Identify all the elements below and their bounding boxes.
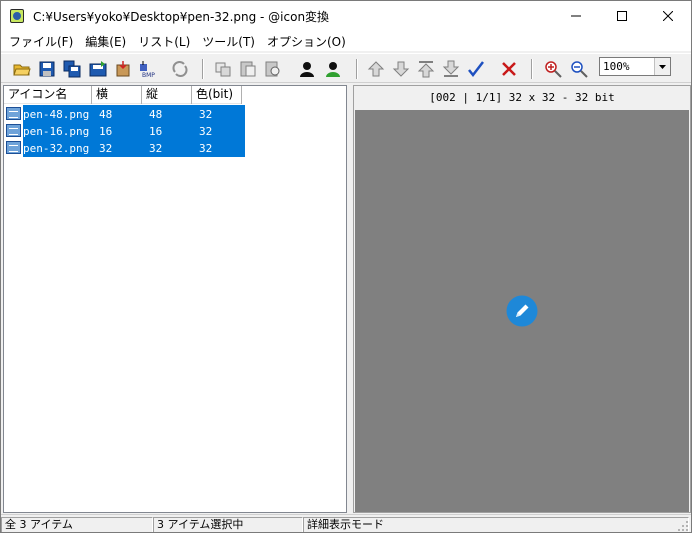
move-down-icon [392,61,410,77]
copy-button[interactable] [212,58,234,80]
status-selected: 3 アイテム選択中 [153,517,303,532]
refresh-button[interactable] [169,58,191,80]
zoom-out-button[interactable] [568,58,590,80]
menu-options[interactable]: オプション(O) [261,33,352,50]
item-width: 48 [99,107,113,121]
item-width: 32 [99,141,113,155]
minimize-button[interactable] [553,1,599,31]
move-top-button[interactable] [415,58,437,80]
zoom-select[interactable]: 100% [599,57,671,76]
status-total: 全 3 アイテム [1,517,153,532]
paste-replace-button[interactable] [262,58,284,80]
close-button[interactable] [645,1,691,31]
item-height: 16 [149,124,163,138]
extract-icon [116,61,130,77]
save-icon [39,61,55,77]
move-bottom-button[interactable] [440,58,462,80]
menu-list[interactable]: リスト(L) [132,33,196,50]
item-name: pen-16.png [23,124,90,138]
png-file-icon [5,140,23,156]
list-header: アイコン名 横 縦 色(bit) [4,86,242,104]
preview-panel: [002 | 1/1] 32 x 32 - 32 bit [353,85,691,513]
move-up-button[interactable] [365,58,387,80]
item-height: 48 [149,107,163,121]
maximize-icon [617,11,627,21]
preview-canvas[interactable] [355,110,689,512]
preview-info: [002 | 1/1] 32 x 32 - 32 bit [429,91,615,104]
column-header-width[interactable]: 横 [92,86,142,104]
menu-file[interactable]: ファイル(F) [3,33,79,50]
item-height: 32 [149,141,163,155]
item-name: pen-48.png [23,107,90,121]
window-title: C:¥Users¥yoko¥Desktop¥pen-32.png - @icon… [33,9,330,24]
open-folder-icon [13,64,31,76]
save-all-icon [63,60,81,78]
maximize-button[interactable] [599,1,645,31]
item-width: 16 [99,124,113,138]
move-up-icon [367,61,385,77]
pen-icon [506,295,538,327]
move-down-button[interactable] [390,58,412,80]
column-header-height[interactable]: 縦 [142,86,192,104]
minimize-icon [571,15,581,17]
zoom-out-icon [571,61,588,78]
save-all-button[interactable] [61,58,83,80]
list-item[interactable]: pen-32.png 32 32 32 [5,139,245,157]
png-file-icon [5,123,23,139]
menu-bar: ファイル(F) 編集(E) リスト(L) ツール(T) オプション(O) [1,31,691,51]
checkmark-icon [468,61,484,78]
user-black-icon [300,62,314,77]
close-icon [663,11,673,21]
export-bmp-button[interactable]: BMP [137,58,159,80]
paste-replace-icon [265,61,280,77]
svg-text:BMP: BMP [142,72,155,78]
app-icon[interactable] [9,8,25,24]
extract-button[interactable] [112,58,134,80]
save-as-button[interactable] [87,58,109,80]
paste-button[interactable] [237,58,259,80]
column-header-bits[interactable]: 色(bit) [192,86,242,104]
status-mode: 詳細表示モード [303,517,689,532]
user-green-button[interactable] [322,58,344,80]
zoom-in-button[interactable] [542,58,564,80]
status-bar: 全 3 アイテム 3 アイテム選択中 詳細表示モード [1,514,691,532]
paste-icon [240,61,256,77]
list-item[interactable]: pen-16.png 16 16 32 [5,122,245,140]
apply-button[interactable] [465,58,487,80]
delete-icon [502,62,516,76]
title-bar: C:¥Users¥yoko¥Desktop¥pen-32.png - @icon… [1,1,691,31]
save-as-icon [89,61,107,77]
menu-tools[interactable]: ツール(T) [196,33,261,50]
open-button[interactable] [11,58,33,80]
copy-icon [215,62,231,77]
zoom-in-icon [545,61,562,78]
toolbar: BMP [1,53,691,83]
resize-grip-icon[interactable] [677,520,689,532]
save-button[interactable] [36,58,58,80]
list-item[interactable]: pen-48.png 48 48 32 [5,105,245,123]
zoom-dropdown-button[interactable] [654,58,670,75]
delete-button[interactable] [498,58,520,80]
chevron-down-icon [659,64,666,69]
export-bmp-icon: BMP [140,61,155,78]
app-window: C:¥Users¥yoko¥Desktop¥pen-32.png - @icon… [0,0,692,533]
png-file-icon [5,106,23,122]
item-bits: 32 [199,107,213,121]
item-name: pen-32.png [23,141,90,155]
window-controls [553,1,691,31]
move-top-icon [417,61,435,78]
item-bits: 32 [199,124,213,138]
column-header-name[interactable]: アイコン名 [4,86,92,104]
menu-edit[interactable]: 編集(E) [79,33,132,50]
user-green-icon [326,62,340,77]
icon-list-panel[interactable]: アイコン名 横 縦 色(bit) pen-48.png 48 48 32 pen… [3,85,347,513]
zoom-value: 100% [603,60,630,73]
move-bottom-icon [442,60,460,77]
refresh-icon [172,61,188,77]
item-bits: 32 [199,141,213,155]
user-black-button[interactable] [296,58,318,80]
